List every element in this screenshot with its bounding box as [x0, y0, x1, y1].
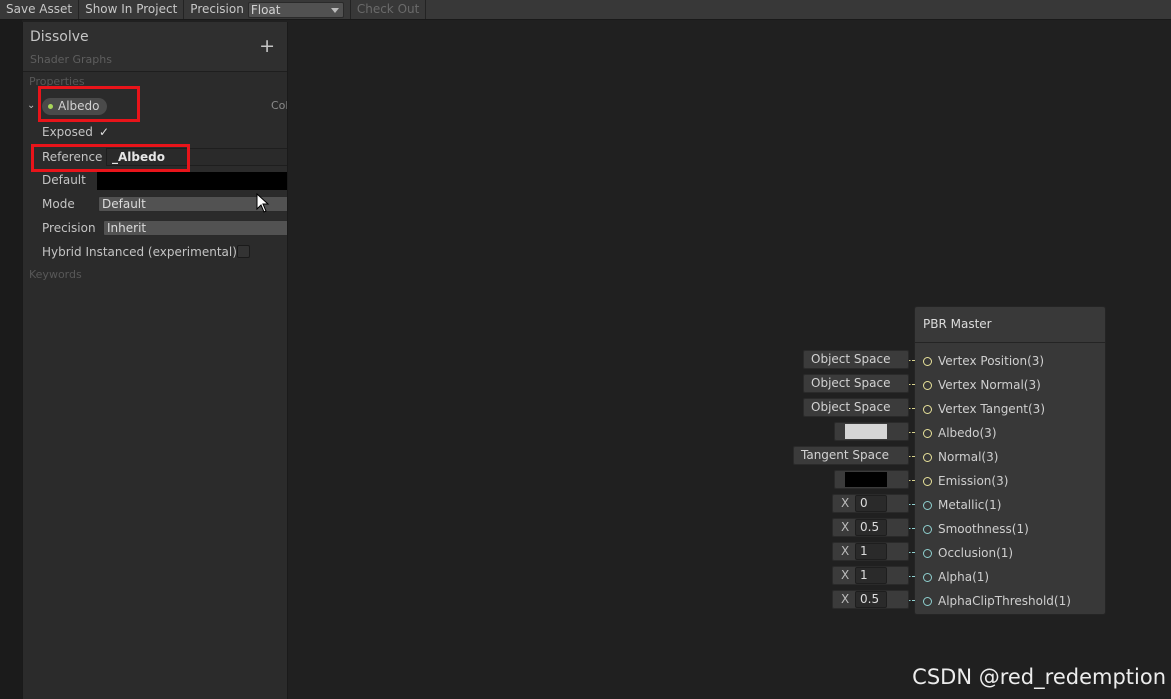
save-asset-button[interactable]: Save Asset [0, 0, 80, 19]
input-port-icon[interactable] [923, 429, 932, 438]
float-input-stub[interactable]: X 0.5 [832, 518, 909, 537]
mode-label: Mode [42, 197, 75, 211]
master-port-row: Vertex Normal(3) [915, 377, 1107, 395]
float-input-stub[interactable]: X0 [832, 494, 909, 513]
input-port-icon[interactable] [923, 501, 932, 510]
blackboard-subtitle: Shader Graphs [30, 53, 112, 66]
input-port-icon[interactable] [923, 477, 932, 486]
float-value-field[interactable]: 0.5 [855, 519, 887, 536]
float-value-field[interactable]: 0.5 [855, 591, 887, 608]
port-label: Smoothness(1) [938, 522, 1029, 536]
space-dropdown-value: Object Space [811, 400, 891, 414]
hybrid-instanced-row: Hybrid Instanced (experimental) [23, 245, 287, 267]
blackboard-header: Dissolve Shader Graphs + [23, 22, 287, 72]
space-dropdown-stub[interactable]: Object Space [803, 398, 909, 417]
add-property-icon[interactable]: + [259, 37, 275, 56]
color-input-stub[interactable] [834, 470, 909, 489]
input-port-icon[interactable] [923, 453, 932, 462]
input-port-icon[interactable] [923, 549, 932, 558]
graph-toolbar: Save Asset Show In Project Precision Flo… [0, 0, 1171, 20]
space-dropdown-stub[interactable]: Object Space [803, 350, 909, 369]
port-label: AlphaClipThreshold(1) [938, 594, 1071, 608]
property-precision-dropdown[interactable]: Inherit [103, 220, 287, 236]
keywords-section-label: Keywords [29, 268, 82, 281]
precision-dropdown[interactable]: Float [247, 1, 344, 18]
port-label: Normal(3) [938, 450, 999, 464]
port-label: Vertex Normal(3) [938, 378, 1041, 392]
space-dropdown-stub[interactable]: Object Space [803, 374, 909, 393]
x-axis-label: X [841, 544, 850, 558]
port-label: Occlusion(1) [938, 546, 1014, 560]
show-in-project-button[interactable]: Show In Project [79, 0, 185, 19]
node-title: PBR Master [923, 317, 992, 331]
master-port-row: Alpha(1) [915, 569, 1107, 587]
precision-label: Precision [190, 2, 244, 16]
port-label: Albedo(3) [938, 426, 997, 440]
chevron-down-icon [330, 7, 339, 13]
annotation-highlight-albedo-pill [38, 86, 140, 122]
float-input-stub[interactable]: X 0.5 [832, 590, 909, 609]
color-input-stub[interactable] [834, 422, 909, 441]
x-axis-label: X [841, 520, 850, 534]
default-label: Default [42, 173, 86, 187]
blackboard-title: Dissolve [30, 29, 89, 45]
input-port-icon[interactable] [923, 597, 932, 606]
precision-dropdown-value: Float [250, 2, 281, 17]
input-port-icon[interactable] [923, 381, 932, 390]
x-axis-label: X [841, 496, 850, 510]
float-value-field[interactable]: 1 [855, 567, 887, 584]
property-precision-label: Precision [42, 221, 96, 235]
float-value-field[interactable]: 0 [855, 495, 887, 512]
space-dropdown-stub[interactable]: Tangent Space [793, 446, 909, 465]
color-swatch[interactable] [845, 472, 887, 487]
input-port-icon[interactable] [923, 405, 932, 414]
color-swatch[interactable] [845, 424, 887, 439]
space-dropdown-value: Object Space [811, 376, 891, 390]
float-input-stub[interactable]: X1 [832, 566, 909, 585]
x-axis-label: X [841, 592, 850, 606]
port-label: Metallic(1) [938, 498, 1002, 512]
check-out-button[interactable]: Check Out [349, 0, 427, 19]
mode-dropdown-value: Default [102, 197, 146, 211]
exposed-label: Exposed [42, 125, 93, 139]
default-row: Default [23, 172, 287, 195]
default-color-field[interactable] [97, 172, 287, 190]
precision-row: Precision Inherit [23, 220, 287, 243]
x-axis-label: X [841, 568, 850, 582]
pbr-master-node[interactable]: PBR Master Vertex Position(3) Vertex Norm… [914, 306, 1106, 615]
port-label: Alpha(1) [938, 570, 990, 584]
master-port-row: AlphaClipThreshold(1) [915, 593, 1107, 611]
property-precision-value: Inherit [107, 221, 147, 235]
space-dropdown-value: Tangent Space [801, 448, 889, 462]
master-port-row: Normal(3) [915, 449, 1107, 467]
master-port-row: Albedo(3) [915, 425, 1107, 443]
port-label: Vertex Tangent(3) [938, 402, 1045, 416]
input-port-icon[interactable] [923, 573, 932, 582]
master-port-row: Smoothness(1) [915, 521, 1107, 539]
master-port-row: Emission(3) [915, 473, 1107, 491]
master-port-row: Occlusion(1) [915, 545, 1107, 563]
hybrid-instanced-label: Hybrid Instanced (experimental) [42, 245, 237, 259]
port-label: Emission(3) [938, 474, 1009, 488]
space-dropdown-value: Object Space [811, 352, 891, 366]
watermark-text: CSDN @red_redemption [912, 665, 1166, 689]
float-value-field[interactable]: 1 [855, 543, 887, 560]
master-port-row: Metallic(1) [915, 497, 1107, 515]
mode-row: Mode Default [23, 196, 287, 219]
exposed-checkbox[interactable]: ✓ [99, 125, 109, 139]
chevron-down-icon[interactable]: ⌄ [27, 100, 35, 111]
property-type-label: Col [271, 99, 288, 112]
master-port-row: Vertex Position(3) [915, 353, 1107, 371]
node-header[interactable]: PBR Master [915, 307, 1105, 343]
hybrid-instanced-checkbox[interactable] [237, 245, 250, 258]
input-port-icon[interactable] [923, 525, 932, 534]
float-input-stub[interactable]: X1 [832, 542, 909, 561]
master-port-row: Vertex Tangent(3) [915, 401, 1107, 419]
port-label: Vertex Position(3) [938, 354, 1045, 368]
annotation-highlight-reference [31, 144, 190, 172]
input-port-icon[interactable] [923, 357, 932, 366]
left-panel-strip [0, 20, 22, 699]
blackboard-panel: Dissolve Shader Graphs + Properties ⌄ Al… [22, 22, 288, 699]
